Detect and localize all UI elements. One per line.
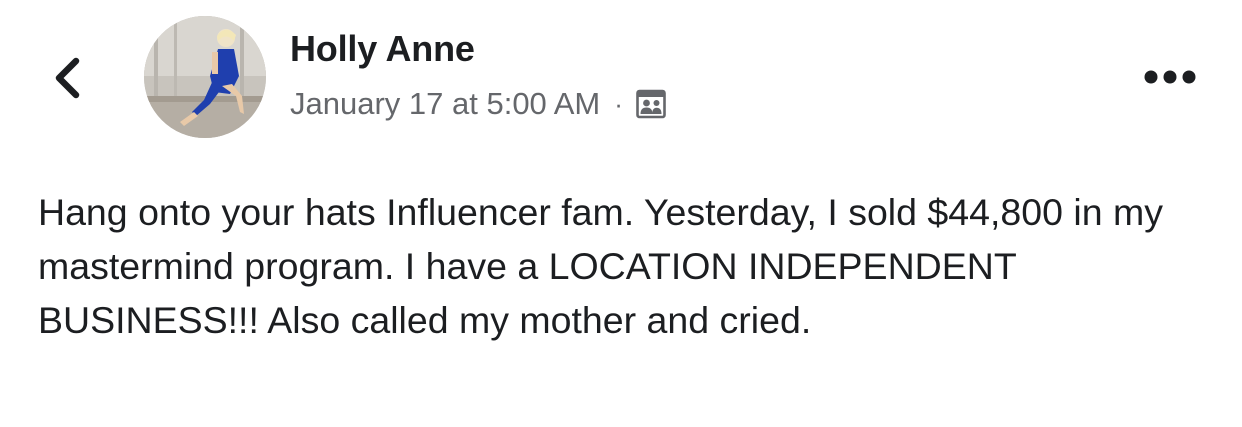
meta-separator: · [614,88,623,119]
author-name[interactable]: Holly Anne [290,28,475,70]
post-meta: January 17 at 5:00 AM · [290,84,667,124]
chevron-left-icon [55,57,80,99]
back-button[interactable] [46,50,96,106]
more-options-button[interactable] [1143,62,1197,92]
post-text: Hang onto your hats Influencer fam. Yest… [38,191,1163,341]
post-timestamp[interactable]: January 17 at 5:00 AM [290,86,600,122]
avatar-photo [144,16,266,138]
group-audience-icon[interactable] [635,88,667,120]
more-horizontal-icon [1144,70,1196,84]
post-header-and-body: Holly Anne January 17 at 5:00 AM · Hang … [0,0,1242,427]
avatar[interactable] [144,16,266,138]
